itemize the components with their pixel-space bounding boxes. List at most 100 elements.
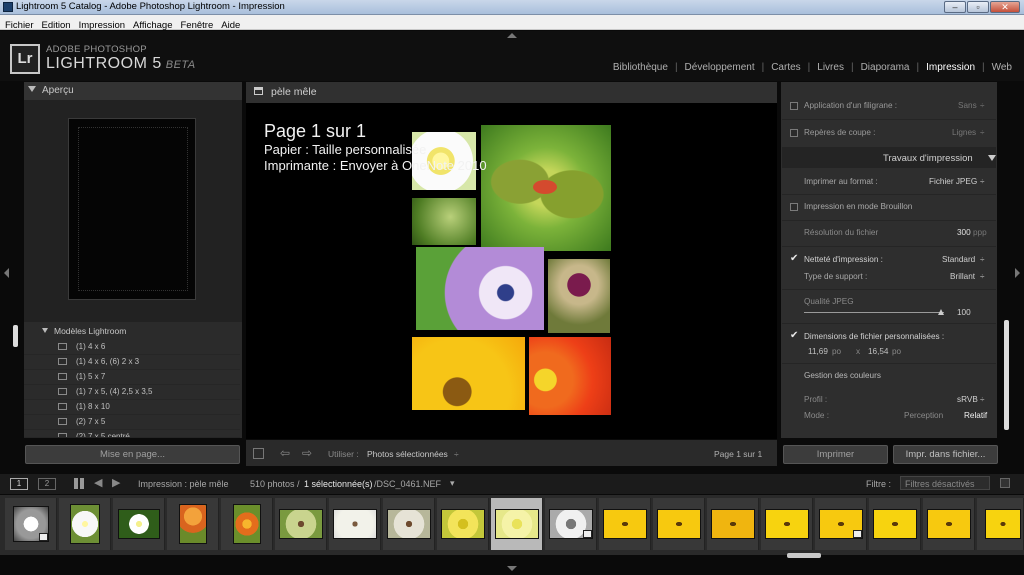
- template-item[interactable]: (1) 7 x 5, (4) 2,5 x 3,5: [24, 385, 240, 400]
- prev-page-arrow-icon[interactable]: ⇦: [280, 446, 290, 460]
- filmstrip-thumbnail[interactable]: [657, 509, 701, 539]
- custom-dimensions-checkbox[interactable]: ✔: [790, 330, 798, 341]
- filmstrip-cell[interactable]: [653, 498, 705, 550]
- filmstrip-cell[interactable]: [5, 498, 57, 550]
- filmstrip-thumbnail[interactable]: [603, 509, 647, 539]
- crop-marks-value[interactable]: Lignes: [952, 128, 976, 137]
- template-item[interactable]: (1) 4 x 6, (6) 2 x 3: [24, 355, 240, 370]
- filename-dropdown-arrow-icon[interactable]: ▾: [450, 478, 455, 489]
- filmstrip-thumbnail[interactable]: [711, 509, 755, 539]
- filmstrip-thumbnail[interactable]: [873, 509, 917, 539]
- module-impression[interactable]: Impression: [926, 62, 975, 73]
- photo-green-stem[interactable]: [412, 198, 476, 245]
- draft-mode-checkbox[interactable]: [790, 203, 798, 211]
- photo-green-bud[interactable]: [481, 125, 611, 251]
- print-to-file-button[interactable]: Impr. dans fichier...: [893, 445, 998, 464]
- screen-1-button[interactable]: 1: [10, 478, 28, 490]
- next-page-arrow-icon[interactable]: ⇨: [302, 446, 312, 460]
- back-arrow-icon[interactable]: ◀: [94, 476, 102, 489]
- module-bibliotheque[interactable]: Bibliothèque: [613, 62, 668, 73]
- crop-marks-dropdown-arrow-icon[interactable]: ÷: [980, 128, 985, 137]
- filmstrip-thumbnail[interactable]: [118, 509, 160, 539]
- filter-dropdown[interactable]: Filtres désactivés: [900, 476, 990, 490]
- filmstrip-cell[interactable]: [815, 498, 867, 550]
- media-type-value[interactable]: Brillant: [950, 272, 975, 281]
- sharpening-dropdown-arrow-icon[interactable]: ÷: [980, 255, 985, 264]
- jpeg-quality-slider-thumb[interactable]: [938, 309, 945, 315]
- module-cartes[interactable]: Cartes: [771, 62, 800, 73]
- filmstrip-cell[interactable]: [545, 498, 597, 550]
- filmstrip-cell[interactable]: [329, 498, 381, 550]
- use-dropdown-arrow-icon[interactable]: ÷: [454, 449, 459, 459]
- right-panel-scrollbar[interactable]: [1004, 320, 1009, 430]
- maximize-button[interactable]: ▫: [967, 1, 989, 13]
- filmstrip-cell[interactable]: [275, 498, 327, 550]
- photo-red-poppy[interactable]: [529, 337, 611, 415]
- filmstrip-cell[interactable]: [923, 498, 975, 550]
- left-panel-scrollbar[interactable]: [13, 325, 18, 347]
- crop-marks-checkbox[interactable]: [790, 129, 798, 137]
- dimension-height[interactable]: 16,54: [868, 347, 889, 356]
- filmstrip-cell[interactable]: [59, 498, 111, 550]
- print-to-dropdown-arrow-icon[interactable]: ÷: [980, 177, 985, 186]
- watermark-checkbox[interactable]: [790, 102, 798, 110]
- menu-impression[interactable]: Impression: [74, 18, 128, 31]
- collapse-top-arrow-icon[interactable]: [507, 33, 517, 38]
- screen-2-button[interactable]: 2: [38, 478, 56, 490]
- filmstrip-scrollbar[interactable]: [787, 553, 821, 558]
- grid-view-icon[interactable]: [74, 478, 85, 489]
- filmstrip-cell[interactable]: [869, 498, 921, 550]
- collapse-right-arrow-icon[interactable]: [1015, 268, 1020, 278]
- filmstrip-thumbnail[interactable]: [70, 504, 100, 544]
- filmstrip-thumbnail[interactable]: [765, 509, 809, 539]
- photo-yellow-flower[interactable]: [412, 337, 525, 410]
- filmstrip-thumbnail[interactable]: [333, 509, 377, 539]
- filmstrip-cell[interactable]: [599, 498, 651, 550]
- template-item[interactable]: (1) 4 x 6: [24, 340, 240, 355]
- template-item[interactable]: (1) 8 x 10: [24, 400, 240, 415]
- watermark-dropdown-arrow-icon[interactable]: ÷: [980, 101, 985, 110]
- media-type-dropdown-arrow-icon[interactable]: ÷: [980, 272, 985, 281]
- filmstrip-cell[interactable]: [437, 498, 489, 550]
- module-livres[interactable]: Livres: [817, 62, 844, 73]
- filter-lock-icon[interactable]: [1000, 478, 1010, 488]
- template-item[interactable]: (2) 7 x 5 centré: [24, 430, 240, 438]
- menu-edition[interactable]: Edition: [37, 18, 74, 31]
- menu-fichier[interactable]: Fichier: [0, 18, 37, 31]
- filmstrip-cell[interactable]: [761, 498, 813, 550]
- preview-panel-header[interactable]: Aperçu: [24, 82, 242, 100]
- profile-value[interactable]: sRVB: [957, 395, 978, 404]
- filmstrip-cell[interactable]: [113, 498, 165, 550]
- menu-affichage[interactable]: Affichage: [128, 18, 175, 31]
- filmstrip-thumbnail[interactable]: [387, 509, 431, 539]
- filmstrip-cell[interactable]: [167, 498, 219, 550]
- filmstrip-thumbnail[interactable]: [279, 509, 323, 539]
- menu-fenetre[interactable]: Fenêtre: [176, 18, 217, 31]
- filmstrip-cell[interactable]: [977, 498, 1024, 550]
- sharpening-value[interactable]: Standard: [942, 255, 975, 264]
- filmstrip-thumbnail[interactable]: [927, 509, 971, 539]
- filmstrip-thumbnail[interactable]: [233, 504, 261, 544]
- filmstrip-thumbnail[interactable]: [179, 504, 207, 544]
- template-item[interactable]: (1) 5 x 7: [24, 370, 240, 385]
- filmstrip-source[interactable]: Impression : pèle mêle: [138, 479, 229, 489]
- page-select-checkbox[interactable]: [253, 448, 264, 459]
- filmstrip-thumbnail[interactable]: [441, 509, 485, 539]
- print-to-value[interactable]: Fichier JPEG: [929, 177, 977, 186]
- watermark-value[interactable]: Sans: [958, 101, 977, 110]
- filmstrip-thumbnail[interactable]: [985, 509, 1021, 539]
- menu-aide[interactable]: Aide: [216, 18, 243, 31]
- module-web[interactable]: Web: [992, 62, 1012, 73]
- collapse-left-arrow-icon[interactable]: [4, 268, 9, 278]
- filmstrip-thumbnail[interactable]: [495, 509, 539, 539]
- profile-dropdown-arrow-icon[interactable]: ÷: [980, 395, 985, 404]
- template-item[interactable]: (2) 7 x 5: [24, 415, 240, 430]
- filmstrip-cell[interactable]: [383, 498, 435, 550]
- forward-arrow-icon[interactable]: ▶: [112, 476, 120, 489]
- use-dropdown[interactable]: Photos sélectionnées: [367, 449, 448, 459]
- sharpening-checkbox[interactable]: ✔: [790, 253, 798, 264]
- filmstrip-cell[interactable]: [707, 498, 759, 550]
- filmstrip-cell[interactable]: [491, 498, 543, 550]
- dimension-width[interactable]: 11,69: [808, 347, 828, 356]
- filmstrip-cell[interactable]: [221, 498, 273, 550]
